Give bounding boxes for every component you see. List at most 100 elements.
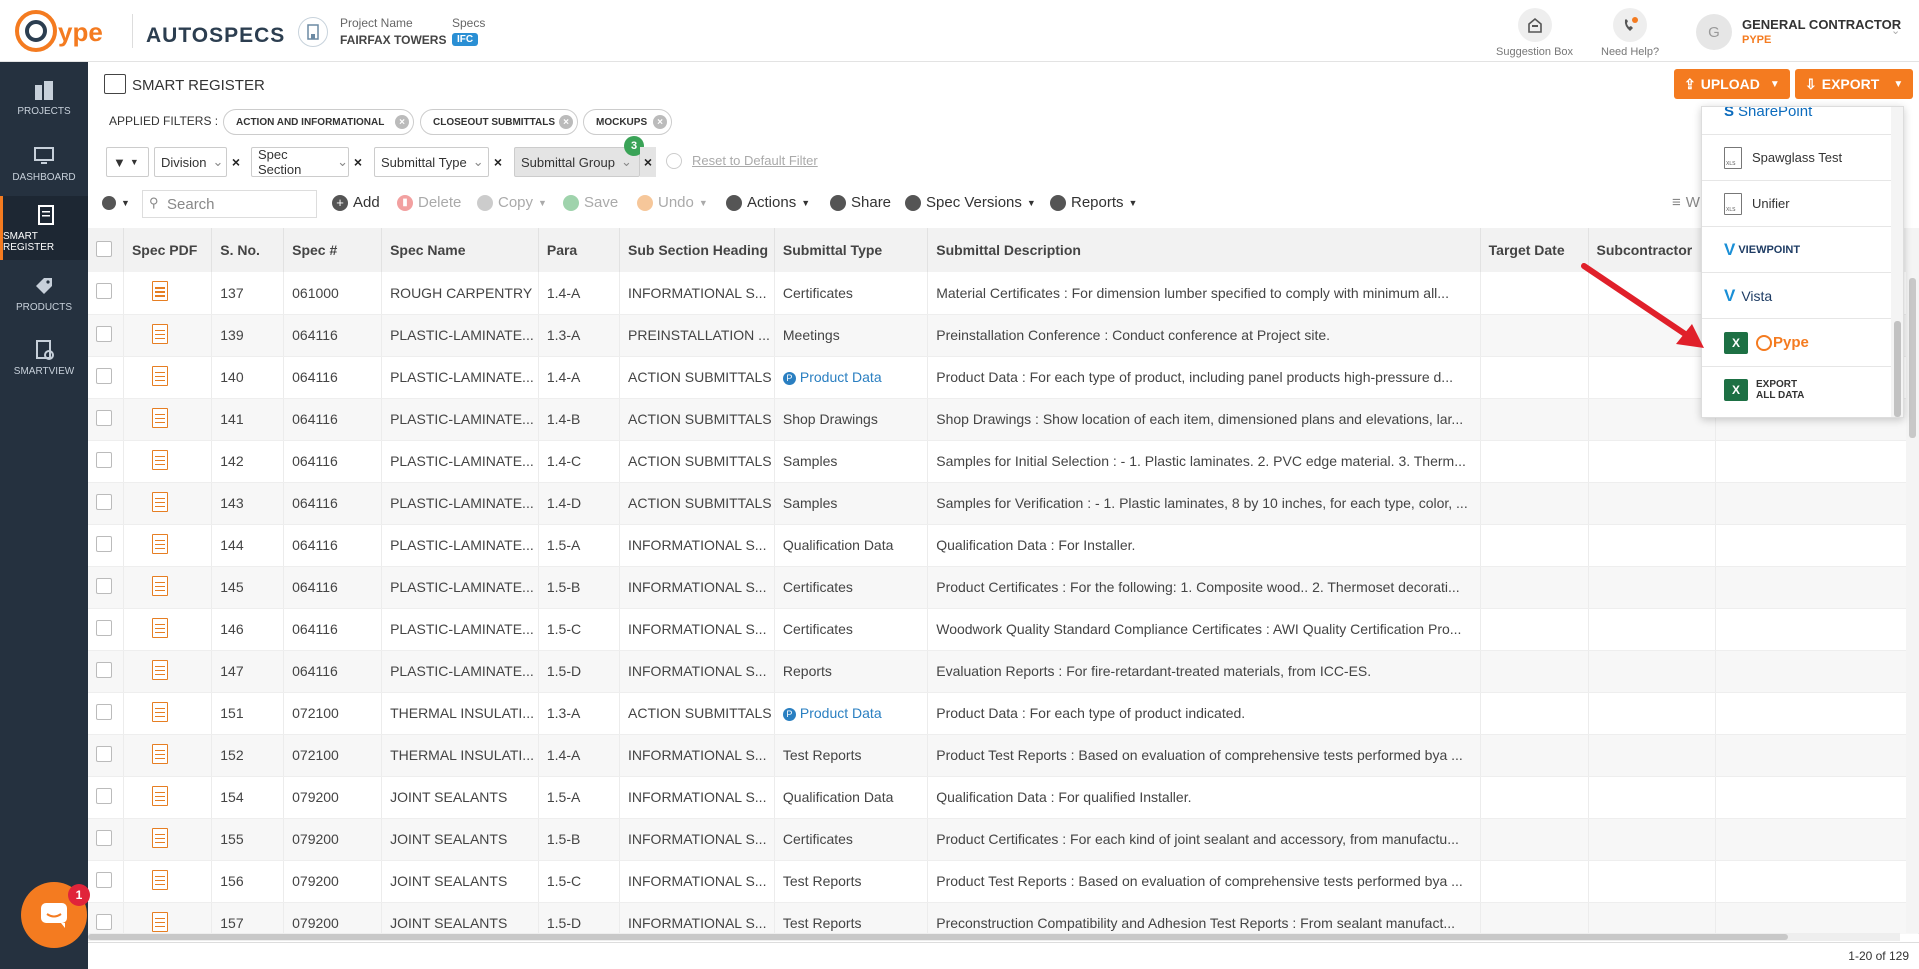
cell-para[interactable]: 1.5-D xyxy=(538,650,621,693)
cell-subcontractor[interactable] xyxy=(1588,440,1717,483)
cell-submittal-description[interactable]: Material Certificates : For dimension lu… xyxy=(927,272,1481,315)
sidebar-item-dashboard[interactable]: DASHBOARD xyxy=(0,132,88,196)
cell-submittal-description[interactable]: Product Data : For each type of product … xyxy=(927,692,1481,735)
cell-spec-pdf[interactable] xyxy=(123,902,213,934)
cell-spec-pdf[interactable] xyxy=(123,860,213,903)
cell-target-date[interactable] xyxy=(1480,818,1589,861)
pdf-document-icon[interactable] xyxy=(151,743,168,764)
pdf-document-icon[interactable] xyxy=(151,575,168,596)
cell-submittal-description[interactable]: Preconstruction Compatibility and Adhesi… xyxy=(927,902,1481,934)
cell-subcontractor[interactable] xyxy=(1588,608,1717,651)
table-row[interactable]: 155 079200 JOINT SEALANTS 1.5-B INFORMATIONA… xyxy=(88,818,1919,861)
cell-para[interactable]: 1.5-D xyxy=(538,902,621,934)
cell-spec-pdf[interactable] xyxy=(123,608,213,651)
cell-submittal-type[interactable]: Meetings xyxy=(774,314,929,357)
cell-subcontractor[interactable] xyxy=(1588,356,1717,399)
cell-subcontractor[interactable] xyxy=(1588,734,1717,777)
pdf-document-icon[interactable] xyxy=(151,701,168,722)
cell-sub-section-heading[interactable]: INFORMATIONAL S... xyxy=(619,734,775,777)
menu-item-export-all-data[interactable]: X EXPORT ALL DATA xyxy=(1702,367,1892,413)
share-button[interactable]: Share xyxy=(830,194,891,211)
save-button[interactable]: Save xyxy=(563,194,618,211)
pdf-document-icon[interactable] xyxy=(151,869,168,890)
cell-spec-name[interactable]: PLASTIC-LAMINATE... xyxy=(381,566,539,609)
cell-spec-number[interactable]: 079200 xyxy=(283,776,383,819)
cell-spec-number[interactable]: 079200 xyxy=(283,902,383,934)
close-icon[interactable]: × xyxy=(653,115,667,129)
cell-spec-name[interactable]: THERMAL INSULATI... xyxy=(381,692,539,735)
cell-submittal-description[interactable]: Qualification Data : For qualified Insta… xyxy=(927,776,1481,819)
row-checkbox[interactable] xyxy=(88,902,124,934)
menu-item-viewpoint[interactable]: V VIEWPOINT xyxy=(1702,227,1892,273)
cell-spec-name[interactable]: PLASTIC-LAMINATE... xyxy=(381,524,539,567)
cell-serial-number[interactable]: 155 xyxy=(211,818,285,861)
cell-spec-pdf[interactable] xyxy=(123,650,213,693)
cell-sub-section-heading[interactable]: INFORMATIONAL S... xyxy=(619,818,775,861)
cell-spec-pdf[interactable] xyxy=(123,356,213,399)
pdf-document-icon[interactable] xyxy=(151,785,168,806)
clear-division-icon[interactable]: × xyxy=(228,147,244,177)
cell-spec-name[interactable]: ROUGH CARPENTRY xyxy=(381,272,539,315)
cell-submittal-type[interactable]: Samples xyxy=(774,482,929,525)
row-checkbox[interactable] xyxy=(88,440,124,483)
cell-spec-pdf[interactable] xyxy=(123,398,213,441)
column-header[interactable]: Spec PDF xyxy=(123,228,213,272)
pdf-document-icon[interactable] xyxy=(151,281,168,302)
cell-target-date[interactable] xyxy=(1480,524,1589,567)
cell-spec-name[interactable]: PLASTIC-LAMINATE... xyxy=(381,314,539,357)
spec-versions-menu[interactable]: Spec Versions ▼ xyxy=(905,194,1036,211)
add-button[interactable]: + Add xyxy=(332,194,380,211)
cell-spec-pdf[interactable] xyxy=(123,692,213,735)
select-all-checkbox[interactable] xyxy=(88,228,124,272)
cell-para[interactable]: 1.4-B xyxy=(538,398,621,441)
cell-spec-number[interactable]: 079200 xyxy=(283,818,383,861)
cell-submittal-description[interactable]: Samples for Initial Selection : - 1. Pla… xyxy=(927,440,1481,483)
clear-submittal-group-icon[interactable]: × xyxy=(640,147,656,177)
cell-serial-number[interactable]: 140 xyxy=(211,356,285,399)
row-checkbox[interactable] xyxy=(88,524,124,567)
table-row[interactable]: 147 064116 PLASTIC-LAMINATE... 1.5-D INFORMA… xyxy=(88,650,1919,693)
table-row[interactable]: 141 064116 PLASTIC-LAMINATE... 1.4-B ACTION … xyxy=(88,398,1919,441)
table-row[interactable]: 142 064116 PLASTIC-LAMINATE... 1.4-C ACTION … xyxy=(88,440,1919,483)
cell-serial-number[interactable]: 146 xyxy=(211,608,285,651)
cell-serial-number[interactable]: 157 xyxy=(211,902,285,934)
cell-serial-number[interactable]: 151 xyxy=(211,692,285,735)
clear-submittal-type-icon[interactable]: × xyxy=(490,147,506,177)
search-input[interactable]: ⚲ Search xyxy=(142,190,317,218)
cell-spec-name[interactable]: JOINT SEALANTS xyxy=(381,902,539,934)
table-row[interactable]: 145 064116 PLASTIC-LAMINATE... 1.5-B INFORMA… xyxy=(88,566,1919,609)
cell-target-date[interactable] xyxy=(1480,314,1589,357)
close-icon[interactable]: × xyxy=(395,115,409,129)
cell-submittal-type[interactable]: Samples xyxy=(774,440,929,483)
menu-item-vista[interactable]: V Vista xyxy=(1702,273,1892,319)
cell-submittal-description[interactable]: Product Certificates : For the following… xyxy=(927,566,1481,609)
sidebar-item-projects[interactable]: PROJECTS xyxy=(0,66,88,130)
user-role[interactable]: GENERAL CONTRACTOR xyxy=(1742,17,1901,32)
pype-logo[interactable]: ype xyxy=(14,8,126,54)
submittal-group-filter[interactable]: Submittal Group ⌄ xyxy=(514,147,640,177)
row-checkbox[interactable] xyxy=(88,482,124,525)
cell-submittal-type[interactable]: Certificates xyxy=(774,818,929,861)
filter-menu-button[interactable]: ▼ ▼ xyxy=(106,147,149,177)
cell-target-date[interactable] xyxy=(1480,272,1589,315)
cell-serial-number[interactable]: 143 xyxy=(211,482,285,525)
cell-sub-section-heading[interactable]: ACTION SUBMITTALS xyxy=(619,482,775,525)
cell-target-date[interactable] xyxy=(1480,398,1589,441)
cell-spec-name[interactable]: PLASTIC-LAMINATE... xyxy=(381,356,539,399)
cell-submittal-description[interactable]: Product Test Reports : Based on evaluati… xyxy=(927,860,1481,903)
cell-target-date[interactable] xyxy=(1480,650,1589,693)
division-filter[interactable]: Division ⌄ xyxy=(154,147,227,177)
cell-spec-name[interactable]: THERMAL INSULATI... xyxy=(381,734,539,777)
cell-target-date[interactable] xyxy=(1480,692,1589,735)
actions-menu[interactable]: Actions ▼ xyxy=(726,194,810,211)
cell-spec-pdf[interactable] xyxy=(123,818,213,861)
cell-serial-number[interactable]: 156 xyxy=(211,860,285,903)
cell-serial-number[interactable]: 141 xyxy=(211,398,285,441)
horizontal-scrollbar[interactable] xyxy=(88,933,1900,941)
delete-button[interactable]: ▮ Delete xyxy=(397,194,461,211)
cell-sub-section-heading[interactable]: INFORMATIONAL S... xyxy=(619,650,775,693)
row-checkbox[interactable] xyxy=(88,608,124,651)
cell-submittal-type[interactable]: Test Reports xyxy=(774,734,929,777)
cell-spec-number[interactable]: 064116 xyxy=(283,440,383,483)
cell-spec-name[interactable]: PLASTIC-LAMINATE... xyxy=(381,608,539,651)
